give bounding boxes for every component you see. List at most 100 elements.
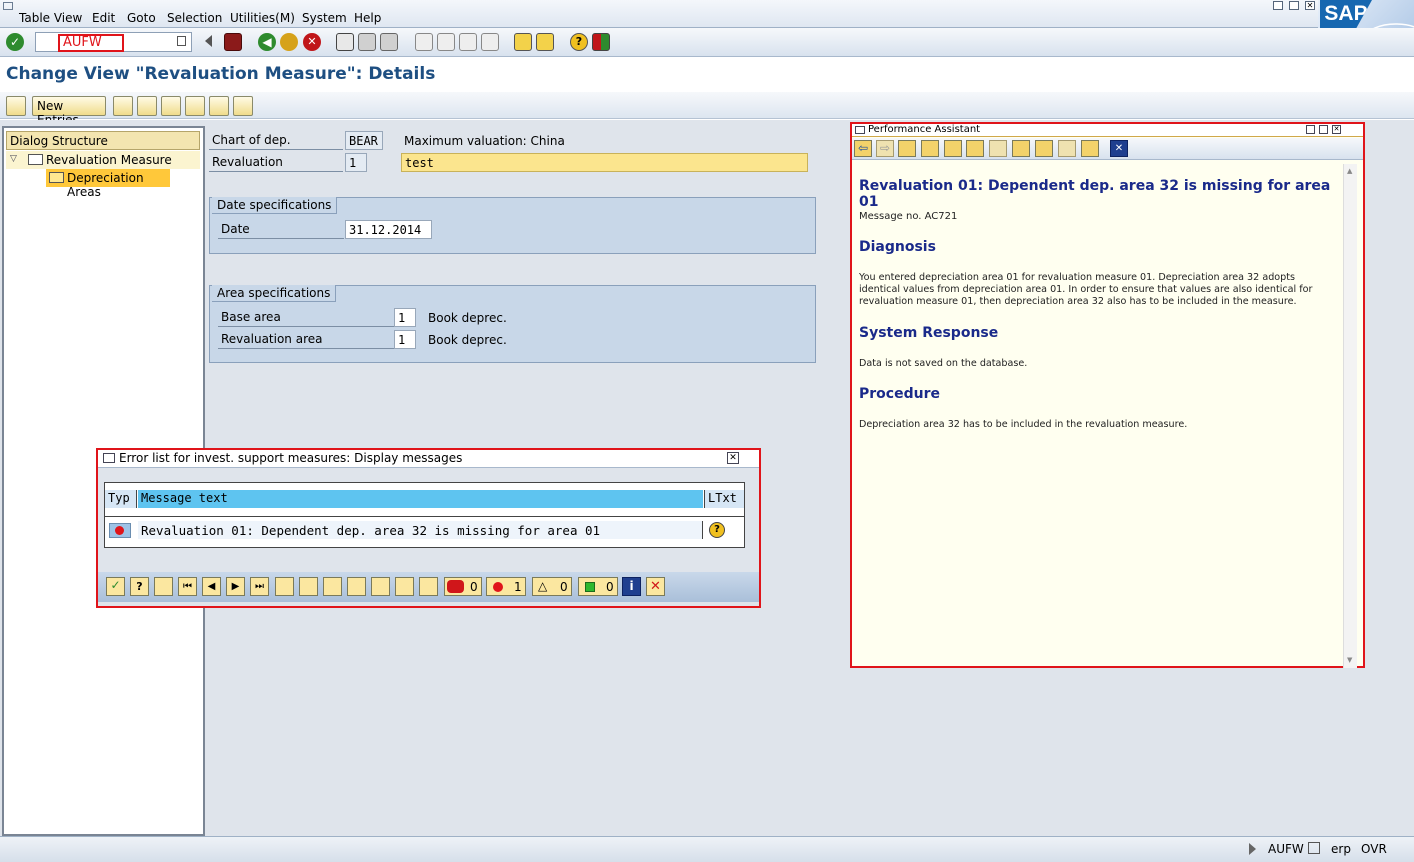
command-field[interactable]: AUFW <box>35 32 192 52</box>
display-change-icon[interactable] <box>6 96 26 116</box>
base-area-field[interactable]: 1 <box>394 308 416 327</box>
menu-selection[interactable]: Selection <box>167 11 222 25</box>
technical-info-icon[interactable] <box>154 577 173 596</box>
message-table: Typ Message text LTxt Revaluation 01: De… <box>104 482 745 548</box>
pa-system-response-text: Data is not saved on the database. <box>859 358 1028 369</box>
find-next-icon[interactable] <box>380 33 398 51</box>
help-icon[interactable]: ? <box>130 577 149 596</box>
change-layout-icon[interactable] <box>347 577 366 596</box>
close-window-icon[interactable]: ✕ <box>1305 1 1315 10</box>
book-icon[interactable] <box>898 140 916 157</box>
stop-count: 0 <box>470 580 478 594</box>
new-entries-button[interactable]: New Entries <box>32 96 106 127</box>
warning-messages-button[interactable]: △ 0 <box>532 577 572 596</box>
close-pa-icon[interactable]: ✕ <box>1110 140 1128 157</box>
find-next-icon[interactable] <box>419 577 438 596</box>
chart-of-dep-field[interactable]: BEAR <box>345 131 383 150</box>
pa-diagnosis-heading: Diagnosis <box>859 239 936 255</box>
copy-as-icon[interactable] <box>113 96 133 116</box>
create-shortcut-icon[interactable] <box>536 33 554 51</box>
revaluation-field[interactable]: 1 <box>345 153 367 172</box>
find-icon[interactable] <box>395 577 414 596</box>
revaluation-description-field[interactable]: test <box>401 153 808 172</box>
first-page-icon[interactable] <box>415 33 433 51</box>
menu-table-view[interactable]: Table View <box>19 11 82 25</box>
forward-arrow-icon[interactable]: ⇨ <box>876 140 894 157</box>
exit-icon[interactable] <box>280 33 298 51</box>
success-messages-button[interactable]: 0 <box>578 577 618 596</box>
print-disabled-icon[interactable] <box>1058 140 1076 157</box>
create-session-icon[interactable] <box>514 33 532 51</box>
menu-system[interactable]: System <box>302 11 347 25</box>
error-messages-button[interactable]: 1 <box>486 577 526 596</box>
tree-item-depreciation-areas[interactable]: Depreciation Areas <box>46 169 170 199</box>
next-page-icon[interactable] <box>459 33 477 51</box>
pa-minimize-icon[interactable] <box>1306 125 1315 134</box>
scroll-down-icon[interactable]: ▼ <box>1347 656 1352 664</box>
date-field[interactable]: 31.12.2014 <box>345 220 432 239</box>
column-header-ltxt[interactable]: LTxt <box>704 490 744 508</box>
edit-icon[interactable] <box>944 140 962 157</box>
menu-help[interactable]: Help <box>354 11 381 25</box>
table-row[interactable]: Revaluation 01: Dependent dep. area 32 i… <box>105 521 744 541</box>
revaluation-area-field[interactable]: 1 <box>394 330 416 349</box>
information-icon[interactable]: i <box>622 577 641 596</box>
print-icon[interactable] <box>336 33 354 51</box>
cancel-icon[interactable]: ✕ <box>303 33 321 51</box>
stop-icon <box>447 580 464 593</box>
previous-page-icon[interactable] <box>437 33 455 51</box>
cancel-icon[interactable]: ✕ <box>646 577 665 596</box>
pa-close-icon[interactable]: ✕ <box>1332 125 1341 134</box>
last-page-icon[interactable] <box>481 33 499 51</box>
select-all-icon[interactable] <box>233 96 253 116</box>
last-page-icon[interactable]: ⏭ <box>250 577 269 596</box>
stop-messages-button[interactable]: 0 <box>444 577 482 596</box>
command-history-icon[interactable] <box>177 36 186 46</box>
set-filter-icon[interactable] <box>323 577 342 596</box>
copy-icon[interactable] <box>989 140 1007 157</box>
previous-page-icon[interactable]: ◀ <box>202 577 221 596</box>
success-count: 0 <box>606 580 614 594</box>
settings-icon[interactable] <box>921 140 939 157</box>
close-dialog-icon[interactable]: ✕ <box>727 452 739 464</box>
pa-scrollbar[interactable]: ▲ ▼ <box>1343 164 1357 668</box>
undo-change-icon[interactable] <box>161 96 181 116</box>
filter-icon[interactable] <box>275 577 294 596</box>
column-header-message-text[interactable]: Message text <box>138 490 703 508</box>
technical-info-icon[interactable] <box>966 140 984 157</box>
back-arrow-icon[interactable]: ⇦ <box>854 140 872 157</box>
next-page-icon[interactable]: ▶ <box>226 577 245 596</box>
table-icon[interactable] <box>1012 140 1030 157</box>
find-icon[interactable] <box>358 33 376 51</box>
menu-edit[interactable]: Edit <box>92 11 115 25</box>
collapse-chevron-icon[interactable]: ▽ <box>10 154 17 164</box>
menu-goto[interactable]: Goto <box>127 11 156 25</box>
help-icon[interactable]: ? <box>570 33 588 51</box>
save-icon[interactable] <box>224 33 242 51</box>
continue-check-icon[interactable]: ✓ <box>106 577 125 596</box>
long-text-icon[interactable]: ? <box>709 522 725 538</box>
pa-maximize-icon[interactable] <box>1319 125 1328 134</box>
column-header-typ[interactable]: Typ <box>105 490 137 508</box>
delete-icon[interactable] <box>137 96 157 116</box>
error-status-icon <box>109 523 131 538</box>
tree-item-revaluation-measure[interactable]: ▽ Revaluation Measure <box>6 151 200 169</box>
sort-icon[interactable] <box>299 577 318 596</box>
status-expand-icon[interactable] <box>1249 843 1256 855</box>
print-icon[interactable] <box>371 577 390 596</box>
layout-menu-icon[interactable] <box>592 33 610 51</box>
previous-entry-icon[interactable] <box>185 96 205 116</box>
scroll-up-icon[interactable]: ▲ <box>1347 167 1352 175</box>
next-entry-icon[interactable] <box>209 96 229 116</box>
menu-utilities[interactable]: Utilities(M) <box>230 11 295 25</box>
enter-check-icon[interactable]: ✓ <box>6 33 24 51</box>
restore-window-icon[interactable] <box>1289 1 1299 10</box>
bookmark-icon[interactable] <box>1035 140 1053 157</box>
warning-count: 0 <box>560 580 568 594</box>
minimize-window-icon[interactable] <box>1273 1 1283 10</box>
back-icon[interactable]: ◀ <box>258 33 276 51</box>
print-icon[interactable] <box>1081 140 1099 157</box>
expand-triangle-icon[interactable] <box>205 35 212 47</box>
first-page-icon[interactable]: ⏮ <box>178 577 197 596</box>
system-info-icon[interactable] <box>1308 842 1320 854</box>
